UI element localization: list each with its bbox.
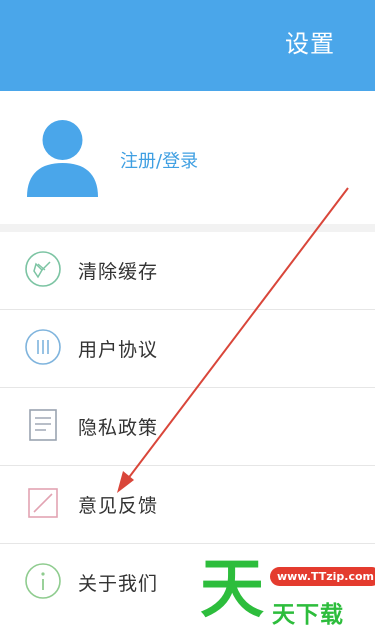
broom-icon [25, 251, 61, 287]
watermark-text: 天下载 [272, 602, 344, 628]
user-avatar-icon [27, 120, 98, 197]
agreement-icon [25, 329, 61, 365]
info-icon [25, 563, 61, 599]
menu-label-privacy-policy: 隐私政策 [78, 417, 159, 439]
site-watermark: 天 www.TTzip.com 天下载 [200, 555, 375, 636]
menu-item-privacy-policy[interactable]: 隐私政策 [0, 388, 375, 466]
menu-item-clear-cache[interactable]: 清除缓存 [0, 232, 375, 310]
menu-item-feedback[interactable]: 意见反馈 [0, 466, 375, 544]
section-divider [0, 224, 375, 232]
top-bar: 设置 [0, 0, 375, 91]
menu-label-feedback: 意见反馈 [78, 495, 159, 517]
profile-section[interactable]: 注册/登录 [0, 91, 375, 224]
page-title: 设置 [285, 30, 335, 58]
watermark-big-char: 天 [200, 553, 264, 627]
menu-item-user-agreement[interactable]: 用户协议 [0, 310, 375, 388]
document-icon [29, 409, 57, 441]
watermark-url-badge: www.TTzip.com [270, 567, 375, 586]
login-register-link[interactable]: 注册/登录 [120, 147, 198, 173]
feedback-edit-icon [28, 488, 58, 518]
menu-label-about-us: 关于我们 [78, 573, 159, 595]
menu-label-user-agreement: 用户协议 [78, 339, 159, 361]
menu-label-clear-cache: 清除缓存 [78, 261, 159, 283]
